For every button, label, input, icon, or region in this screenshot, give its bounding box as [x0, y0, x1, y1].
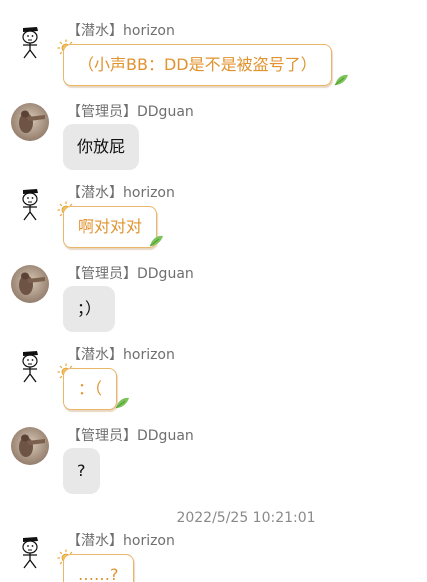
chat-message-list[interactable]: 【潜水】horizon （小声BB：DD是不是被盗号了） 【管理员】DDguan… [0, 0, 427, 582]
message-bubble[interactable]: ? [63, 448, 100, 494]
message-bubble[interactable]: （小声BB：DD是不是被盗号了） [63, 44, 332, 86]
leaf-decoration-icon [114, 395, 130, 409]
message-bubble[interactable]: ；） [63, 286, 116, 332]
sender-name: 【潜水】horizon [67, 185, 175, 201]
message-bubble[interactable]: 你放屁 [63, 124, 140, 170]
sender-name: 【管理员】DDguan [67, 104, 194, 120]
message-bubble[interactable]: ：（ [63, 368, 118, 410]
sketch-face-avatar[interactable] [11, 532, 49, 570]
sender-name: 【潜水】horizon [67, 347, 175, 363]
sketch-face-avatar[interactable] [11, 184, 49, 222]
message-bubble[interactable]: ……? [63, 554, 134, 582]
message-item: 【潜水】horizon ：（ [0, 346, 427, 416]
sketch-face-avatar[interactable] [11, 346, 49, 384]
message-item: 【潜水】horizon （小声BB：DD是不是被盗号了） [0, 22, 427, 92]
sender-name: 【潜水】horizon [67, 533, 175, 549]
message-item: 【潜水】horizon ……? [0, 532, 427, 582]
sender-name: 【管理员】DDguan [67, 266, 194, 282]
leaf-decoration-icon [333, 72, 349, 86]
message-bubble[interactable]: 啊对对对 [63, 206, 158, 248]
message-timestamp: 2022/5/25 10:21:01 [176, 510, 316, 526]
sender-name: 【管理员】DDguan [67, 428, 194, 444]
message-item: 【潜水】horizon 啊对对对 [0, 184, 427, 254]
sender-name: 【潜水】horizon [67, 23, 175, 39]
sketch-face-avatar[interactable] [11, 22, 49, 60]
photo-avatar[interactable] [11, 427, 49, 465]
message-item: 【管理员】DDguan ? [0, 427, 427, 497]
message-item: 【管理员】DDguan 你放屁 [0, 103, 427, 173]
photo-avatar[interactable] [11, 103, 49, 141]
leaf-decoration-icon [148, 233, 164, 247]
photo-avatar[interactable] [11, 265, 49, 303]
message-item: 【管理员】DDguan ；） [0, 265, 427, 335]
